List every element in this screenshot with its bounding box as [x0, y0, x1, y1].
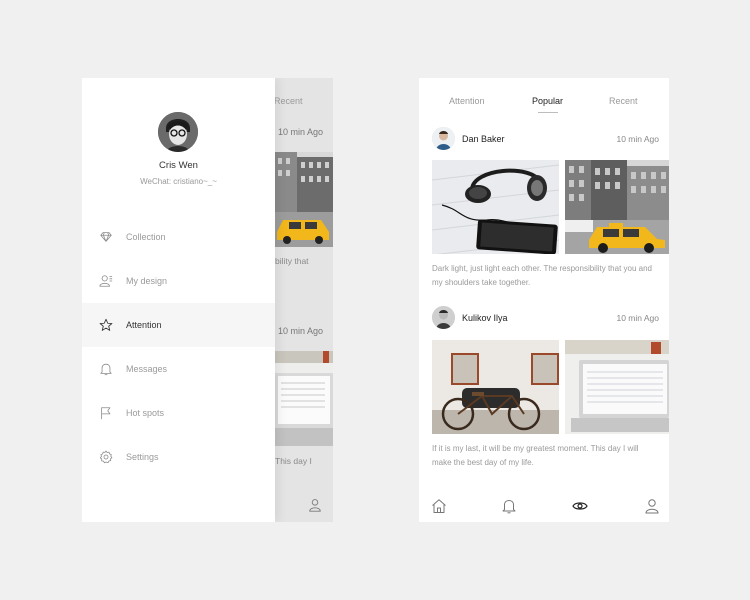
avatar[interactable]: [432, 306, 455, 329]
profile-name: Cris Wen: [159, 160, 198, 171]
bg-tab-recent: Recent: [274, 96, 303, 106]
user-design-icon: [99, 275, 113, 287]
bell-icon: [100, 363, 112, 376]
menu-label: Messages: [126, 364, 168, 374]
bg-laptop-photo: [275, 351, 333, 446]
bg-post-snippet: This day I: [275, 456, 312, 466]
bg-post-time: 10 min Ago: [278, 127, 324, 137]
post-time: 10 min Ago: [616, 313, 659, 323]
menu-item-collection[interactable]: Collection: [82, 215, 275, 259]
flag-icon: [101, 407, 111, 420]
menu-item-hot-spots[interactable]: Hot spots: [82, 391, 275, 435]
post-text: Dark light, just light each other. The r…: [432, 264, 652, 287]
feed-screen: Attention Popular Recent Dan Baker 10 mi…: [419, 78, 669, 522]
menu-label: Attention: [126, 320, 162, 330]
profile-wechat-id: WeChat: cristiano~_~: [140, 177, 217, 186]
post-time: 10 min Ago: [616, 134, 659, 144]
gear-icon: [99, 450, 113, 464]
avatar[interactable]: [158, 112, 198, 152]
menu-label: Settings: [126, 452, 159, 462]
menu-label: Hot spots: [126, 408, 165, 418]
user-icon[interactable]: [308, 498, 322, 512]
menu-item-my-design[interactable]: My design: [82, 259, 275, 303]
post-text: If it is my last, it will be my greatest…: [432, 444, 639, 467]
tab-popular[interactable]: Popular: [532, 96, 563, 106]
taxi-photo[interactable]: [565, 160, 669, 254]
star-icon: [99, 318, 113, 331]
menu-label: My design: [126, 276, 168, 286]
tab-bar: Attention Popular Recent: [419, 96, 669, 116]
menu-label: Collection: [126, 232, 166, 242]
headphones-photo[interactable]: [432, 160, 559, 254]
bicycle-photo[interactable]: [432, 340, 559, 434]
bell-icon[interactable]: [501, 498, 517, 514]
eye-icon[interactable]: [572, 498, 588, 514]
menu-item-settings[interactable]: Settings: [82, 435, 275, 479]
diamond-icon: [100, 232, 112, 242]
avatar[interactable]: [432, 127, 455, 150]
bottom-nav: [419, 498, 669, 514]
post-author[interactable]: Dan Baker: [462, 134, 505, 144]
tab-attention[interactable]: Attention: [449, 96, 485, 106]
side-drawer: Cris Wen WeChat: cristiano~_~ Collection…: [82, 78, 275, 522]
laptop-photo[interactable]: [565, 340, 669, 434]
menu-item-attention[interactable]: Attention: [82, 303, 275, 347]
menu-item-messages[interactable]: Messages: [82, 347, 275, 391]
bg-post-snippet: bility that: [275, 256, 309, 266]
home-icon[interactable]: [431, 498, 447, 514]
active-tab-indicator: [538, 112, 558, 113]
bg-taxi-photo: [275, 152, 333, 247]
drawer-screen: Recent 10 min Ago bility that 10 min Ago: [82, 78, 333, 522]
tab-recent[interactable]: Recent: [609, 96, 638, 106]
post-author[interactable]: Kulikov Ilya: [462, 313, 508, 323]
bg-post-time: 10 min Ago: [278, 326, 324, 336]
user-icon[interactable]: [644, 498, 660, 514]
